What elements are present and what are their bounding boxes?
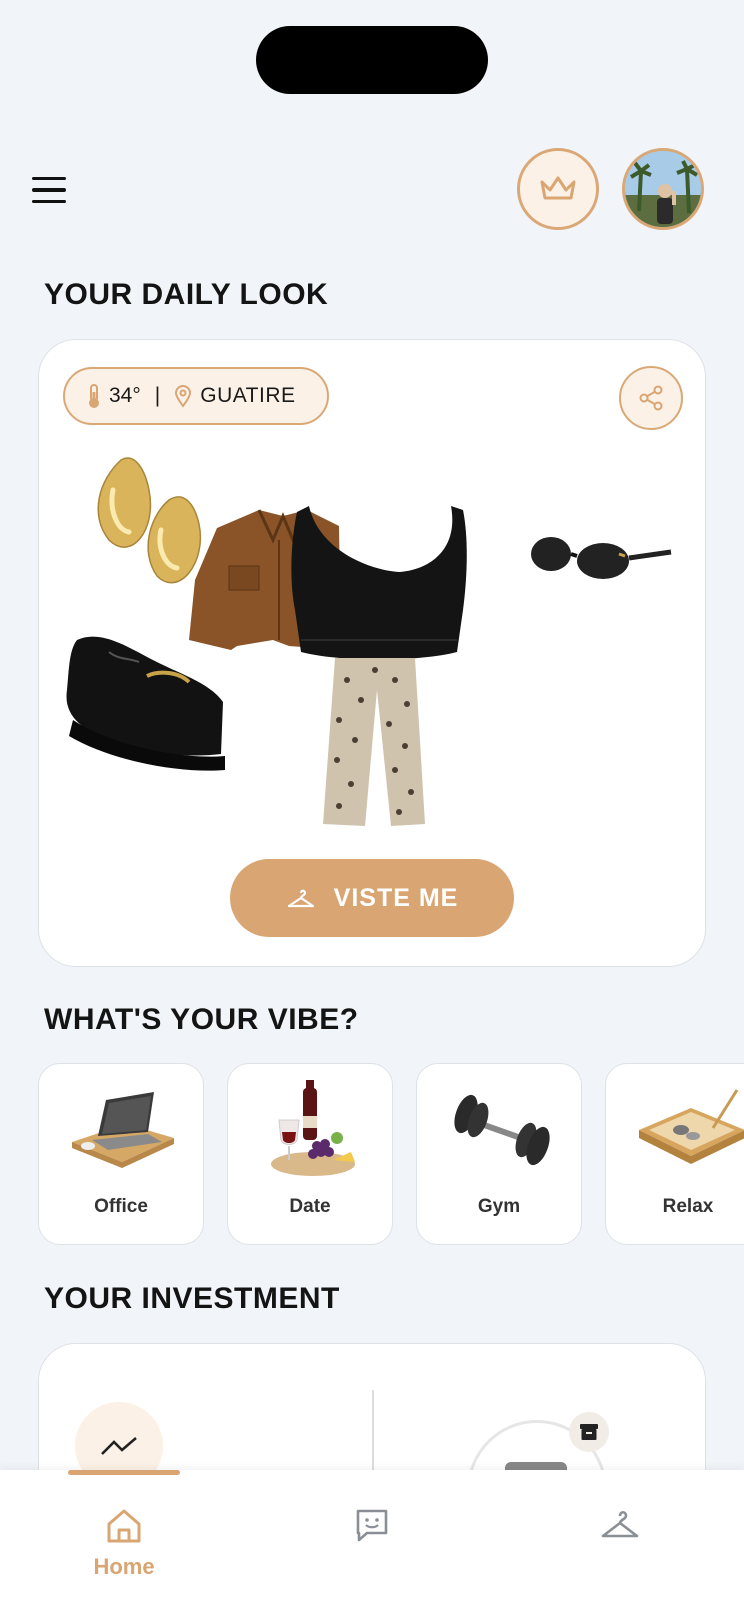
zen-garden-icon	[639, 1089, 744, 1164]
loafers-item	[66, 636, 225, 771]
trending-up-icon	[101, 1437, 137, 1455]
crop-top-item	[291, 506, 467, 660]
vibe-title: WHAT'S YOUR VIBE?	[44, 1003, 359, 1036]
bottom-navigation: Home	[0, 1470, 744, 1618]
vibe-label: Date	[289, 1196, 331, 1217]
vibe-label: Office	[94, 1196, 148, 1217]
vibe-card-relax[interactable]: Relax	[605, 1063, 744, 1245]
leopard-pants-item	[323, 658, 425, 826]
vibe-label: Gym	[477, 1196, 521, 1217]
home-icon	[107, 1509, 141, 1543]
dumbbell-icon	[454, 1094, 550, 1166]
chat-icon	[356, 1509, 388, 1542]
viste-me-label: VISTE ME	[333, 883, 459, 912]
earrings-item	[97, 457, 202, 584]
vibe-card-office[interactable]: Office	[38, 1063, 204, 1245]
active-tab-indicator	[68, 1470, 180, 1475]
laptop-desk-icon	[72, 1092, 174, 1168]
vibe-card-date[interactable]: Date	[227, 1063, 393, 1245]
premium-button[interactable]	[517, 148, 599, 230]
daily-look-title: YOUR DAILY LOOK	[44, 278, 329, 311]
hamburger-menu-icon[interactable]	[32, 170, 72, 210]
crown-icon	[540, 176, 576, 200]
archive-icon[interactable]	[569, 1412, 609, 1452]
nav-label-home: Home	[93, 1554, 155, 1579]
hanger-icon	[287, 889, 314, 908]
camera-notch	[256, 26, 488, 94]
daily-look-card: 34° | GUATIRE VISTE ME	[38, 339, 706, 967]
investment-title: YOUR INVESTMENT	[44, 1282, 340, 1315]
nav-item-chat[interactable]	[312, 1506, 432, 1544]
avatar[interactable]	[622, 148, 704, 230]
sunglasses-item	[531, 537, 672, 579]
wine-cheese-icon	[271, 1080, 355, 1176]
hanger-icon	[601, 1510, 639, 1538]
vibe-label: Relax	[662, 1196, 714, 1217]
nav-item-home[interactable]: Home	[64, 1506, 184, 1580]
vibe-carousel[interactable]: Office Date Gym Relax	[38, 1063, 744, 1247]
viste-me-button[interactable]: VISTE ME	[230, 859, 514, 937]
vibe-card-gym[interactable]: Gym	[416, 1063, 582, 1245]
nav-item-wardrobe[interactable]	[560, 1506, 680, 1542]
